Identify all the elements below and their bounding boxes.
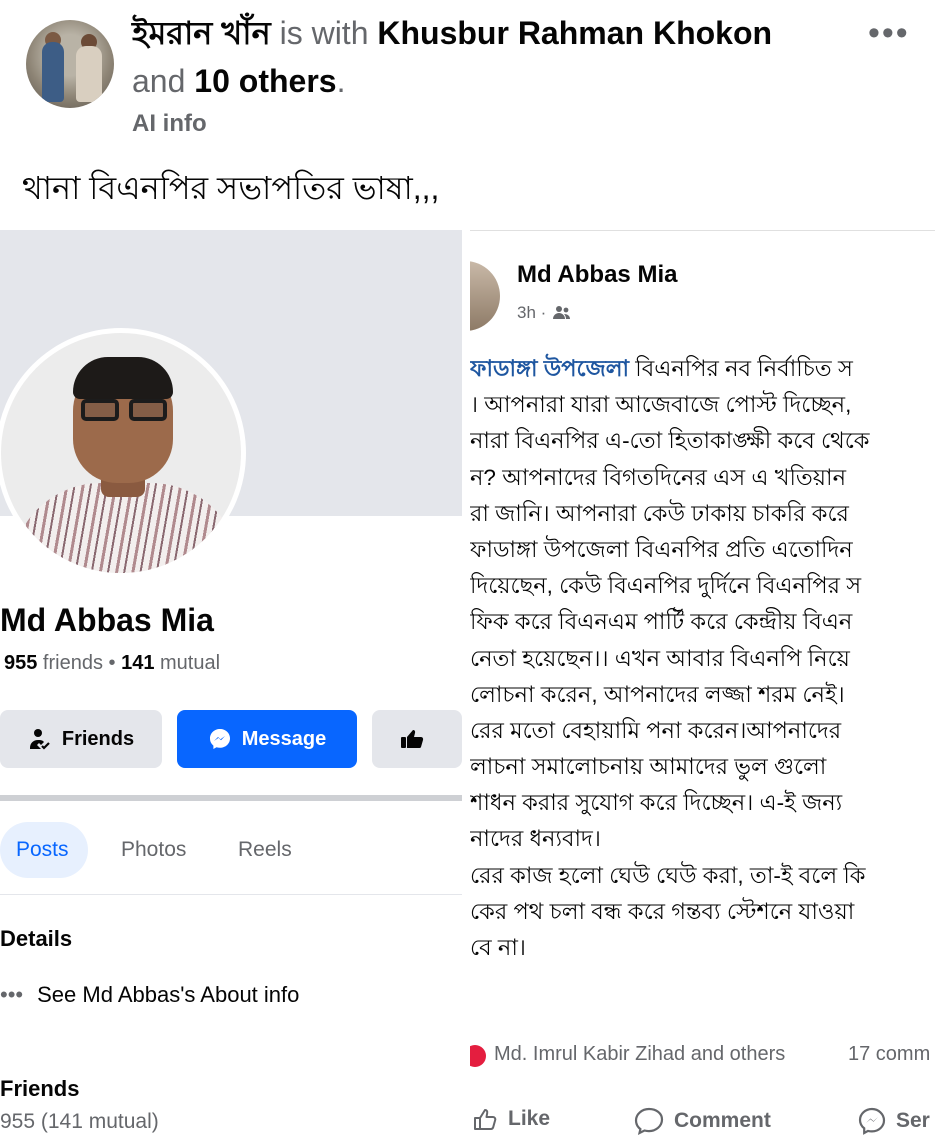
friends-summary-line[interactable]: 955 friends • 141 mutual (4, 652, 220, 675)
post-screenshot: Md Abbas Mia 3h · ফাডাঙ্গা উপজেলা বিএনপি… (470, 230, 935, 1139)
friends-label: friends (37, 652, 103, 674)
friends-button-label: Friends (61, 727, 135, 750)
tab-reels[interactable]: Reels (238, 822, 292, 878)
mutual-label: mutual (154, 652, 221, 674)
post-line: রের কাজ হলো ঘেউ ঘেউ করা, তা-ই বলে কি (470, 862, 866, 888)
post-line: ফিক করে বিএনএম পার্টি করে কেন্দ্রীয় বিএ… (470, 609, 853, 635)
post-line: । আপনারা যারা আজেবাজে পোস্ট দিচ্ছেন, (470, 392, 852, 418)
author-avatar[interactable] (26, 20, 114, 108)
separator: • (102, 652, 122, 674)
post-line: নাদের ধন্যবাদ। (470, 826, 601, 852)
comment-button[interactable]: Comment (634, 1107, 771, 1135)
thumbs-icon (401, 730, 424, 748)
more-actions-button[interactable] (372, 710, 462, 768)
post-line: কের পথ চলা বন্ধ করে গন্তব্য স্টেশনে যাওয… (470, 898, 855, 924)
post-line: ফাডাঙ্গা উপজেলা বিএনপির প্রতি এতোদিন (470, 536, 853, 562)
author-name[interactable]: ইমরান খাঁন (132, 15, 271, 51)
about-info-label: See Md Abbas's About info (37, 982, 300, 1007)
comment-label: Comment (674, 1109, 771, 1132)
more-dots-icon[interactable]: ••• (868, 16, 910, 50)
send-icon (858, 1107, 886, 1135)
mutual-count: 141 (121, 652, 155, 674)
send-button[interactable]: Ser (858, 1107, 930, 1135)
friends-count-summary[interactable]: 955 (141 mutual) (0, 1110, 159, 1134)
like-label: Like (508, 1107, 551, 1130)
friends-button[interactable]: Friends (0, 710, 162, 768)
send-label: Ser (896, 1109, 930, 1132)
tabs-divider (0, 894, 462, 895)
tab-photos[interactable]: Photos (121, 822, 186, 878)
post-line: ন? আপনাদের বিগতদিনের এস এ খতিয়ান (470, 464, 847, 490)
post-line: লোচনা করেন, আপনাদের লজ্জা শরম নেই। (470, 681, 845, 707)
about-dots-icon: ••• (0, 982, 24, 1007)
post-header: ইমরান খাঁন is with Khusbur Rahman Khokon… (0, 0, 935, 150)
about-info-link[interactable]: ••• See Md Abbas's About info (0, 982, 299, 1008)
and-text: and (132, 63, 195, 99)
friends-heading: Friends (0, 1076, 80, 1101)
section-divider (0, 795, 462, 801)
details-heading: Details (0, 926, 73, 951)
profile-screenshot: Md Abbas Mia 955 friends • 141 mutual Fr… (0, 230, 462, 1139)
others-link[interactable]: 10 others (194, 63, 336, 99)
reactions-row: Md. Imrul Kabir Zihad and others 17 comm (470, 1043, 935, 1073)
tagged-place-link[interactable]: ফাডাঙ্গা উপজেলা (470, 356, 629, 381)
post-action-bar: Like Comment Ser (470, 1107, 935, 1139)
with-text: is with (270, 15, 378, 51)
post-line: লাচনা সমালোচনায় আমাদের ভুল গুলো (470, 754, 827, 780)
friends-icon (29, 729, 50, 750)
period-text: . (336, 63, 346, 99)
reaction-icon (470, 1045, 486, 1067)
post-line: রা জানি। আপনারা কেউ ঢাকায় চাকরি করে (470, 500, 849, 526)
profile-picture[interactable] (0, 328, 246, 578)
like-icon (474, 1109, 497, 1130)
reactions-summary[interactable]: Md. Imrul Kabir Zihad and others (494, 1043, 785, 1066)
tab-posts[interactable]: Posts (0, 822, 88, 878)
post-line: রের মতো বেহায়ামি পনা করেন।আপনাদের (470, 717, 842, 743)
post-caption: থানা বিএনপির সভাপতির ভাষা,,, (22, 170, 440, 206)
ai-info-link[interactable]: AI info (132, 110, 207, 138)
post-timestamp: 3h · (517, 303, 572, 323)
post-line: শাধন করার সুযোগ করে দিচ্ছেন। এ-ই জন্য (470, 790, 843, 816)
message-button-label: Message (241, 727, 327, 750)
post-line: দিয়েছেন, কেউ বিএনপির দুর্দিনে বিএনপির স (470, 573, 862, 599)
header-line-1: ইমরান খাঁন is with Khusbur Rahman Khokon (132, 12, 772, 54)
post-line: বে না। (470, 935, 526, 960)
tagged-person[interactable]: Khusbur Rahman Khokon (377, 15, 772, 51)
comment-icon (634, 1107, 664, 1135)
post-line: নেতা হয়েছেন।। এখন আবার বিএনপি নিয়ে (470, 645, 850, 671)
post-line: বিএনপির নব নির্বাচিত স (629, 356, 853, 381)
messenger-icon (209, 729, 230, 749)
friends-count: 955 (4, 652, 38, 674)
header-line-2: and 10 others. (132, 60, 345, 102)
message-button[interactable]: Message (177, 710, 357, 768)
post-author-avatar[interactable] (470, 261, 500, 331)
profile-name: Md Abbas Mia (0, 602, 214, 638)
post-body: ফাডাঙ্গা উপজেলা বিএনপির নব নির্বাচিত স ।… (470, 351, 935, 966)
comments-count[interactable]: 17 comm (848, 1043, 930, 1066)
post-time-text: 3h · (517, 303, 547, 322)
like-button[interactable]: Like (472, 1107, 550, 1131)
post-line: নারা বিএনপির এ-তো হিতাকাঙ্ক্ষী কবে থেকে (470, 428, 870, 454)
audience-icon (553, 306, 571, 319)
post-author-name[interactable]: Md Abbas Mia (517, 261, 677, 289)
